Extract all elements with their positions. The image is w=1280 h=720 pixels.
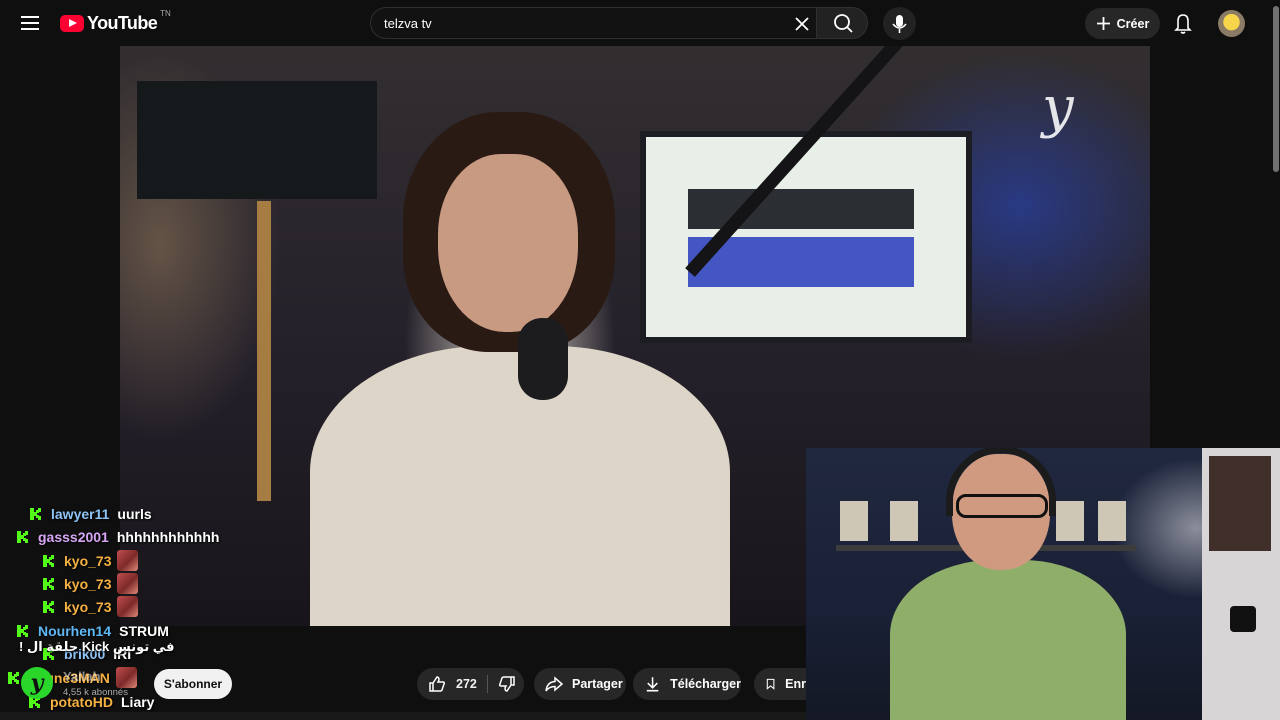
notifications-button[interactable] bbox=[1170, 10, 1196, 36]
chat-username: Nourhen14 bbox=[38, 622, 112, 639]
dislike-button[interactable] bbox=[489, 668, 524, 700]
search-input[interactable] bbox=[384, 8, 779, 38]
like-count: 272 bbox=[456, 677, 477, 691]
kick-icon bbox=[30, 507, 41, 520]
light-stand bbox=[1230, 606, 1256, 632]
download-label: Télécharger bbox=[670, 677, 741, 691]
subscribe-button[interactable]: S'abonner bbox=[154, 669, 232, 699]
chat-message: kyo_73 bbox=[43, 549, 139, 572]
avatar[interactable] bbox=[1218, 10, 1245, 37]
collectible-box bbox=[1098, 501, 1126, 541]
chat-message: kyo_73 bbox=[43, 595, 139, 618]
glasses bbox=[956, 494, 1048, 518]
channel-name[interactable]: Yallah bbox=[63, 669, 101, 684]
search-icon bbox=[834, 14, 853, 33]
anime-poster bbox=[1209, 456, 1271, 551]
chat-message: kyo_73 bbox=[43, 572, 139, 595]
share-icon bbox=[545, 676, 564, 692]
chat-overlay-line: في تونس Kick حلقة ال ! bbox=[19, 639, 175, 654]
share-button[interactable]: Partager bbox=[534, 668, 626, 700]
create-label: Créer bbox=[1116, 16, 1150, 31]
chat-username: lawyer11 bbox=[51, 505, 110, 522]
youtube-logo[interactable]: YouTube TN bbox=[60, 9, 171, 34]
chat-emote bbox=[117, 596, 139, 617]
kick-icon bbox=[43, 577, 54, 590]
kick-icon bbox=[43, 554, 54, 567]
plus-icon bbox=[1096, 17, 1110, 30]
webcam-overlay bbox=[806, 448, 1280, 720]
collectible-box bbox=[840, 501, 868, 541]
collectible-box bbox=[1056, 501, 1084, 541]
menu-icon[interactable] bbox=[18, 11, 42, 35]
search-box bbox=[370, 7, 816, 39]
kick-icon bbox=[43, 600, 54, 613]
like-divider bbox=[487, 675, 488, 693]
download-button[interactable]: Télécharger bbox=[633, 668, 741, 700]
close-icon[interactable] bbox=[792, 14, 812, 34]
description-box-edge bbox=[0, 712, 806, 720]
download-icon bbox=[646, 677, 659, 692]
scrollbar-thumb[interactable] bbox=[1273, 6, 1279, 172]
monitor-banner bbox=[688, 189, 914, 229]
chat-username: kyo_73 bbox=[64, 598, 112, 615]
channel-watermark: y bbox=[1042, 75, 1074, 140]
lamp-pole bbox=[257, 201, 271, 501]
chat-emote bbox=[117, 573, 139, 594]
chat-text: uurls bbox=[117, 505, 152, 522]
channel-avatar[interactable]: y bbox=[21, 667, 53, 699]
streamer-hoodie bbox=[890, 560, 1126, 720]
presenter-face bbox=[438, 154, 578, 332]
bell-icon bbox=[1174, 14, 1192, 34]
subscriber-count: 4,55 k abonnés bbox=[63, 687, 128, 698]
chat-username: kyo_73 bbox=[64, 575, 112, 592]
region-code: TN bbox=[160, 9, 171, 18]
bookmark-icon bbox=[766, 678, 775, 690]
like-dislike-group: 272 bbox=[417, 668, 524, 700]
chat-message: gasss2001 hhhhhhhhhhhh bbox=[17, 525, 219, 548]
like-button[interactable]: 272 bbox=[417, 668, 487, 700]
chat-text: hhhhhhhhhhhh bbox=[116, 528, 220, 545]
youtube-play-icon bbox=[60, 14, 84, 32]
podcast-microphone bbox=[518, 318, 568, 400]
save-button[interactable]: Enr bbox=[754, 668, 806, 700]
thumbs-down-icon bbox=[498, 676, 515, 692]
logo-text: YouTube bbox=[87, 12, 158, 33]
chat-message: lawyer11 uurls bbox=[30, 502, 152, 525]
chat-emote bbox=[115, 667, 137, 688]
create-button[interactable]: Créer bbox=[1085, 8, 1160, 39]
chat-username: kyo_73 bbox=[64, 552, 112, 569]
voice-search-button[interactable] bbox=[883, 7, 916, 40]
share-label: Partager bbox=[572, 677, 623, 691]
background-monitor bbox=[640, 131, 972, 343]
chat-username: gasss2001 bbox=[38, 528, 109, 545]
lamp-shade bbox=[137, 81, 377, 199]
chat-text: STRUM bbox=[119, 622, 169, 639]
kick-icon bbox=[17, 624, 28, 637]
top-bar: YouTube TN Créer bbox=[0, 0, 1280, 46]
kick-icon bbox=[17, 530, 28, 543]
chat-emote bbox=[117, 550, 139, 571]
kick-icon bbox=[8, 671, 19, 684]
collectible-box bbox=[890, 501, 918, 541]
save-label: Enr bbox=[785, 677, 806, 691]
search-button[interactable] bbox=[816, 7, 868, 39]
thumbs-up-icon bbox=[429, 676, 446, 692]
presenter-body bbox=[310, 346, 730, 626]
microphone-icon bbox=[892, 15, 907, 33]
